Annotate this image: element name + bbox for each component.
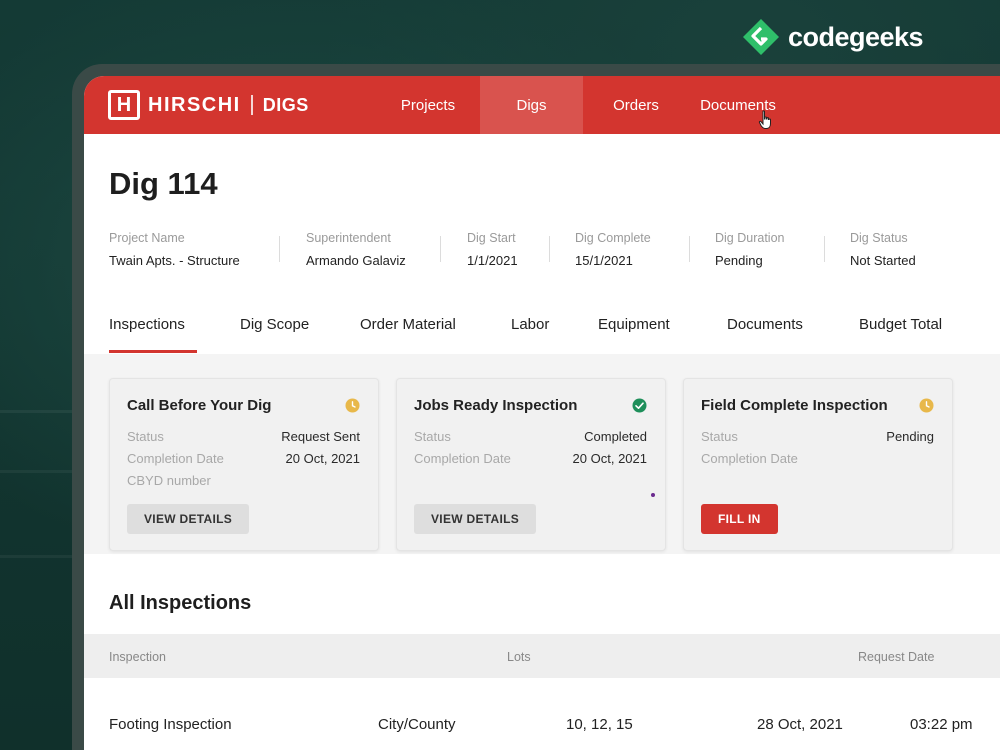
app-logo[interactable]: H HIRSCHI DIGS (108, 90, 309, 120)
tab-budget-total[interactable]: Budget Total (859, 316, 942, 333)
nav-tab-digs[interactable]: Digs (480, 76, 583, 134)
inspection-card-field-complete: Field Complete Inspection Status Pending… (683, 378, 953, 551)
decorative-dot (651, 493, 655, 497)
tab-labor[interactable]: Labor (511, 316, 549, 333)
section-title: All Inspections (109, 592, 252, 614)
row-label: Status (414, 429, 451, 444)
tab-dig-scope[interactable]: Dig Scope (240, 316, 309, 333)
meta-value: 15/1/2021 (575, 253, 633, 268)
meta-label: Dig Duration (715, 231, 785, 245)
meta-value: Armando Galaviz (306, 253, 406, 268)
meta-dig-duration: Dig Duration Pending (715, 231, 784, 268)
meta-label: Superintendent (306, 231, 391, 245)
row-label: Status (701, 429, 738, 444)
view-details-button[interactable]: VIEW DETAILS (414, 504, 537, 534)
meta-label: Dig Status (850, 231, 908, 245)
top-nav: H HIRSCHI DIGS Projects Digs Orders Docu… (84, 76, 1000, 134)
tab-equipment[interactable]: Equipment (598, 316, 670, 333)
inspection-card-cbyd: Call Before Your Dig Status Request Sent… (109, 378, 379, 551)
meta-label: Dig Start (467, 231, 516, 245)
row-label: Completion Date (127, 451, 224, 466)
nav-tab-projects[interactable]: Projects (382, 76, 474, 134)
column-header-lots: Lots (507, 650, 531, 664)
cell-lots: 10, 12, 15 (566, 716, 633, 733)
meta-value: Not Started (850, 253, 916, 268)
row-value: 20 Oct, 2021 (285, 451, 360, 466)
tab-inspections[interactable]: Inspections (109, 316, 185, 333)
meta-label: Project Name (109, 231, 185, 245)
meta-value: Twain Apts. - Structure (109, 253, 240, 268)
row-value: Completed (584, 429, 647, 444)
clock-icon (345, 398, 360, 413)
hand-cursor-icon (758, 110, 771, 129)
row-label: Status (127, 429, 164, 444)
card-title: Call Before Your Dig (127, 397, 272, 414)
meta-divider (440, 236, 441, 262)
row-label: Completion Date (414, 451, 511, 466)
meta-dig-start: Dig Start 1/1/2021 (467, 231, 518, 268)
meta-superintendent: Superintendent Armando Galaviz (306, 231, 406, 268)
row-value: 20 Oct, 2021 (572, 451, 647, 466)
meta-divider (689, 236, 690, 262)
logo-divider (250, 95, 253, 115)
brand-name: codegeeks (788, 21, 924, 52)
meta-label: Dig Complete (575, 231, 651, 245)
codegeeks-logo-icon (743, 19, 779, 55)
logo-subtext: DIGS (262, 94, 309, 115)
meta-dig-complete: Dig Complete 15/1/2021 (575, 231, 651, 268)
nav-tab-label: Orders (613, 96, 659, 114)
inspection-card-jobs-ready: Jobs Ready Inspection Status Completed C… (396, 378, 666, 551)
view-details-button[interactable]: VIEW DETAILS (127, 504, 250, 534)
clock-icon (919, 398, 934, 413)
fill-in-button[interactable]: FILL IN (701, 504, 778, 534)
card-title: Jobs Ready Inspection (414, 397, 578, 414)
nav-tab-label: Projects (400, 96, 456, 114)
tab-order-material[interactable]: Order Material (360, 316, 456, 333)
cell-request-date: 28 Oct, 2021 (757, 716, 843, 733)
meta-value: Pending (715, 253, 763, 268)
meta-dig-status: Dig Status Not Started (850, 231, 916, 268)
row-value: Request Sent (281, 429, 360, 444)
meta-divider (549, 236, 550, 262)
card-title: Field Complete Inspection (701, 397, 888, 414)
meta-divider (279, 236, 280, 262)
page-title: Dig 114 (109, 166, 218, 201)
row-label: CBYD number (127, 473, 211, 488)
meta-value: 1/1/2021 (467, 253, 518, 268)
cell-time: 03:22 pm (910, 716, 973, 733)
tab-documents[interactable]: Documents (727, 316, 803, 333)
cell-inspection: Footing Inspection (109, 716, 232, 733)
check-circle-icon (632, 398, 647, 413)
meta-divider (824, 236, 825, 262)
row-value: Pending (886, 429, 934, 444)
cell-authority: City/County (378, 716, 456, 733)
brand-watermark: codegeeks (742, 18, 924, 56)
nav-tab-orders[interactable]: Orders (592, 76, 680, 134)
row-label: Completion Date (701, 451, 798, 466)
column-header-inspection: Inspection (109, 650, 166, 664)
logo-text: HIRSCHI (148, 93, 241, 116)
h-logo-icon: H (108, 90, 140, 120)
app-screen: H HIRSCHI DIGS Projects Digs Orders Docu… (84, 76, 1000, 750)
column-header-request-date: Request Date (858, 650, 935, 664)
meta-project-name: Project Name Twain Apts. - Structure (109, 231, 240, 268)
nav-tab-label: Digs (516, 96, 547, 114)
active-tab-indicator (109, 350, 197, 353)
